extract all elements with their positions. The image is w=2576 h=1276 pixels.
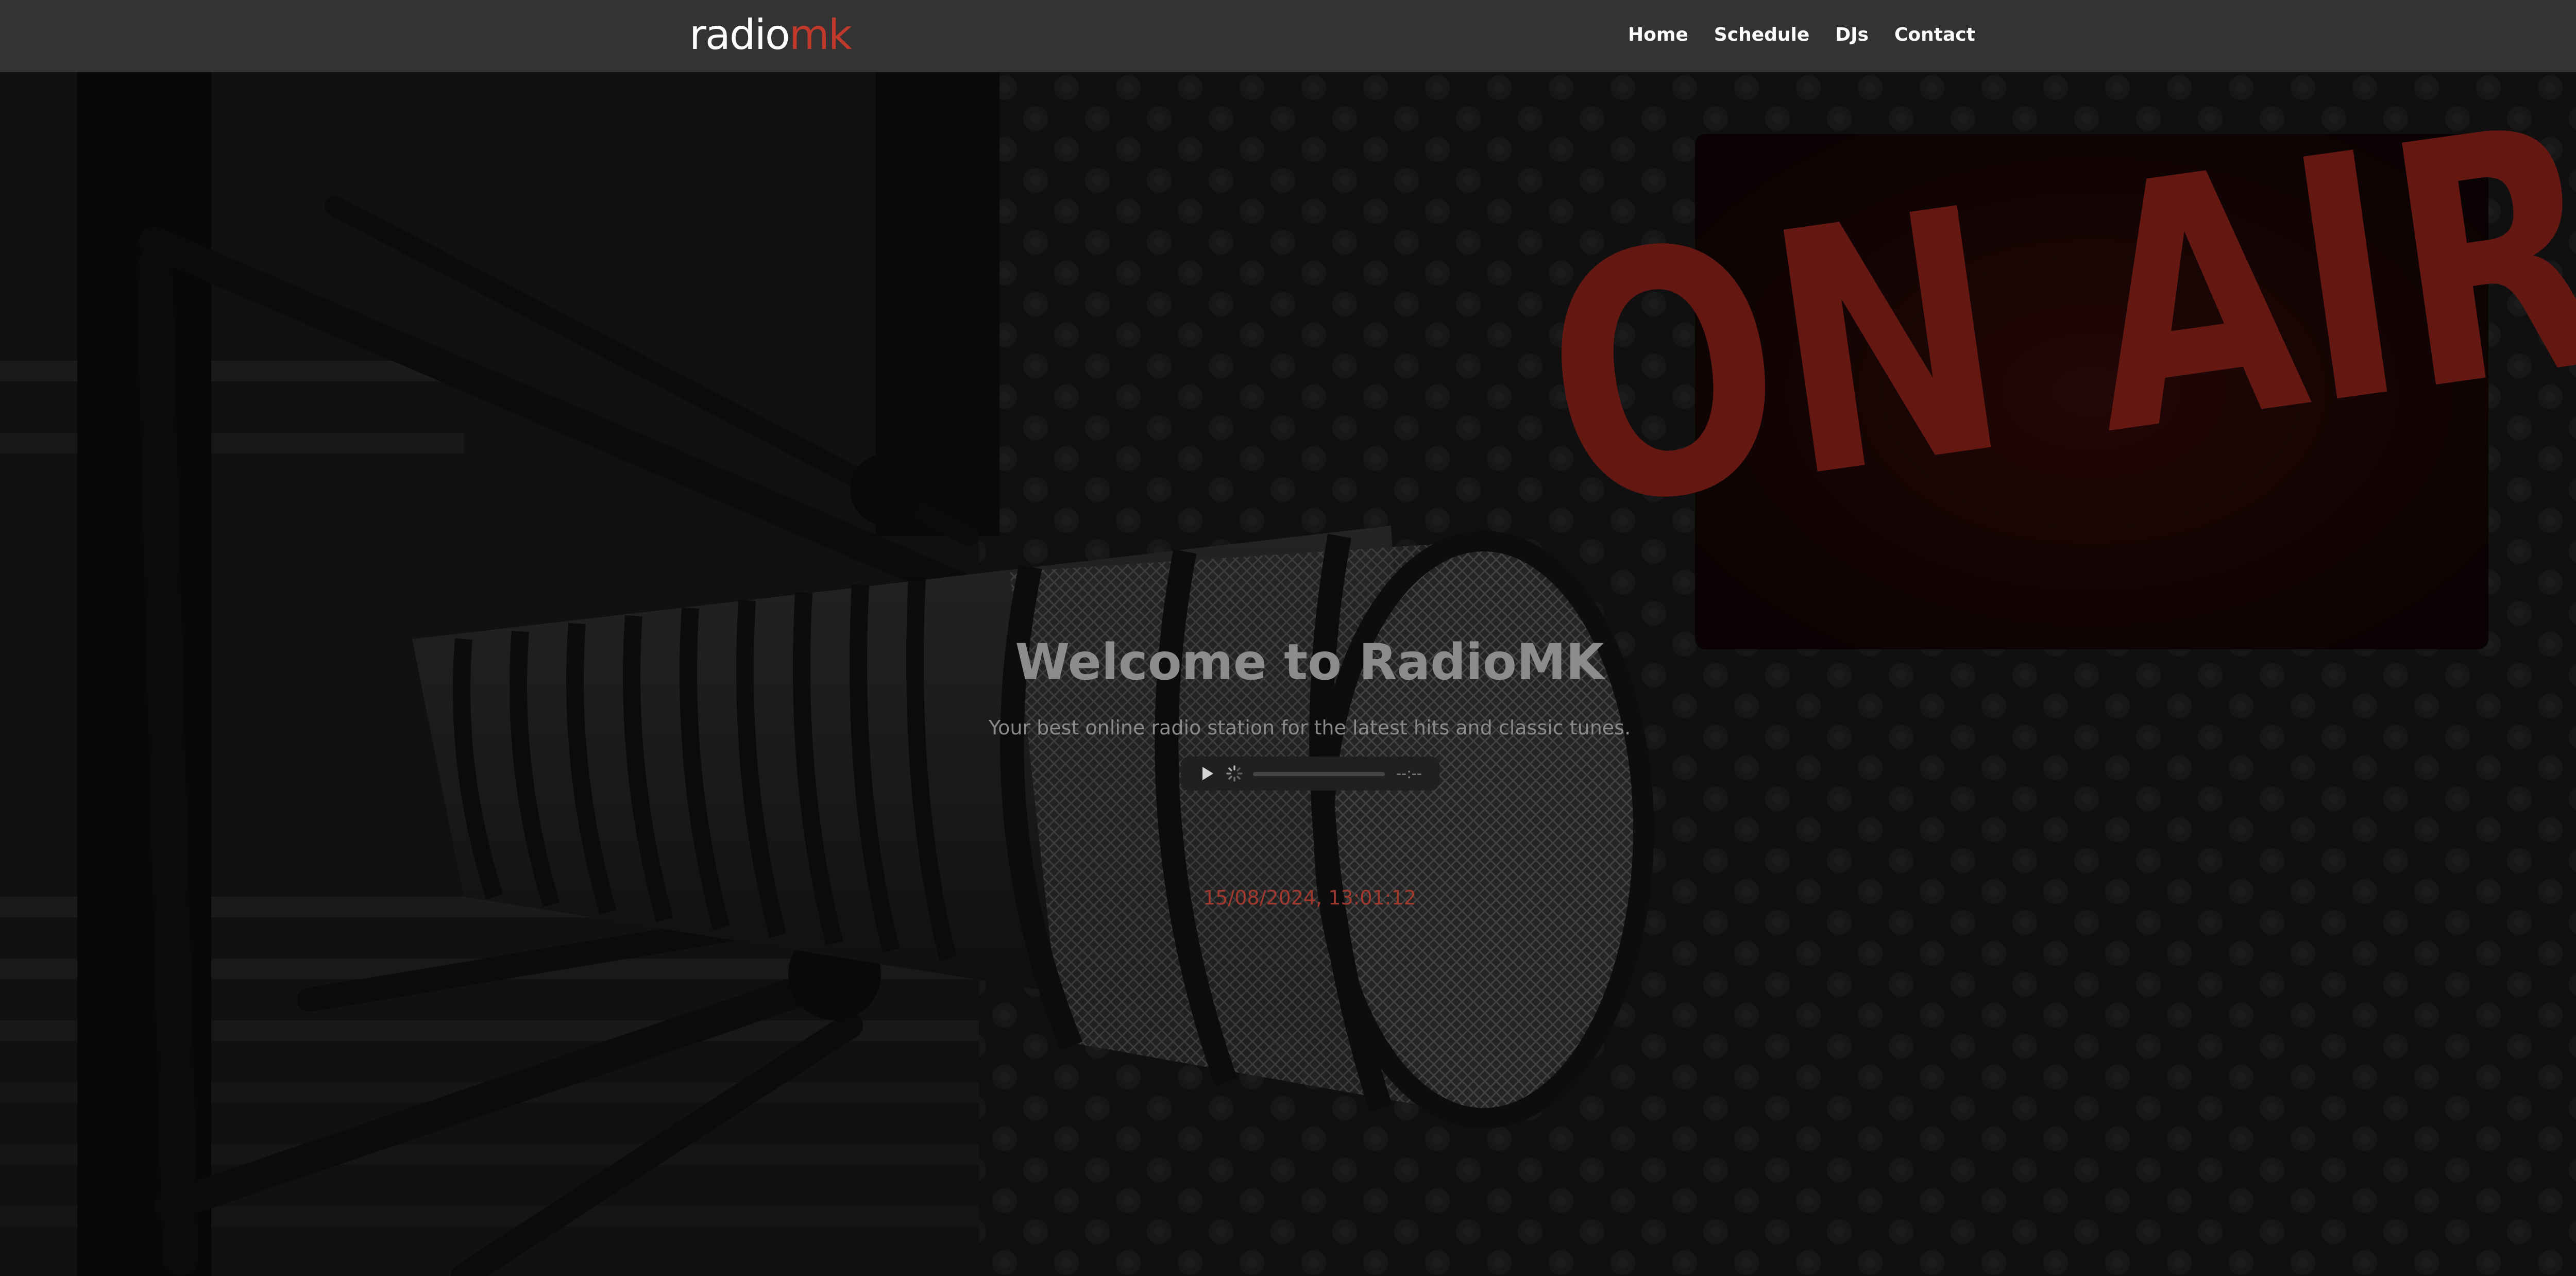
current-datetime: 15/08/2024, 13:01:12 xyxy=(1203,886,1416,909)
nav-link-contact[interactable]: Contact xyxy=(1894,21,1975,49)
logo-text-mk: mk xyxy=(789,11,852,59)
loading-icon xyxy=(1226,765,1243,782)
hero-subtitle: Your best online radio station for the l… xyxy=(988,716,1631,739)
nav-link-home[interactable]: Home xyxy=(1628,21,1688,49)
hero-section: ON AIR Welcome to RadioMK Your best onli… xyxy=(0,72,2576,1276)
nav-link-schedule[interactable]: Schedule xyxy=(1714,21,1809,49)
nav-link-djs[interactable]: DJs xyxy=(1835,21,1869,49)
seek-slider[interactable] xyxy=(1253,772,1385,776)
page: radiomk Home Schedule DJs Contact ON AIR… xyxy=(0,0,2576,1276)
hero-title: Welcome to RadioMK xyxy=(1015,633,1604,691)
main-nav: Home Schedule DJs Contact xyxy=(1628,21,1975,49)
play-icon xyxy=(1202,767,1213,780)
hero-content: Welcome to RadioMK Your best online radi… xyxy=(0,72,2576,1276)
site-logo[interactable]: radiomk xyxy=(689,9,852,61)
player-time-display: --:-- xyxy=(1396,765,1422,782)
audio-player: --:-- xyxy=(1181,757,1439,791)
logo-text-radio: radio xyxy=(689,11,790,59)
play-button[interactable] xyxy=(1198,764,1217,783)
top-navbar: radiomk Home Schedule DJs Contact xyxy=(0,0,2576,72)
